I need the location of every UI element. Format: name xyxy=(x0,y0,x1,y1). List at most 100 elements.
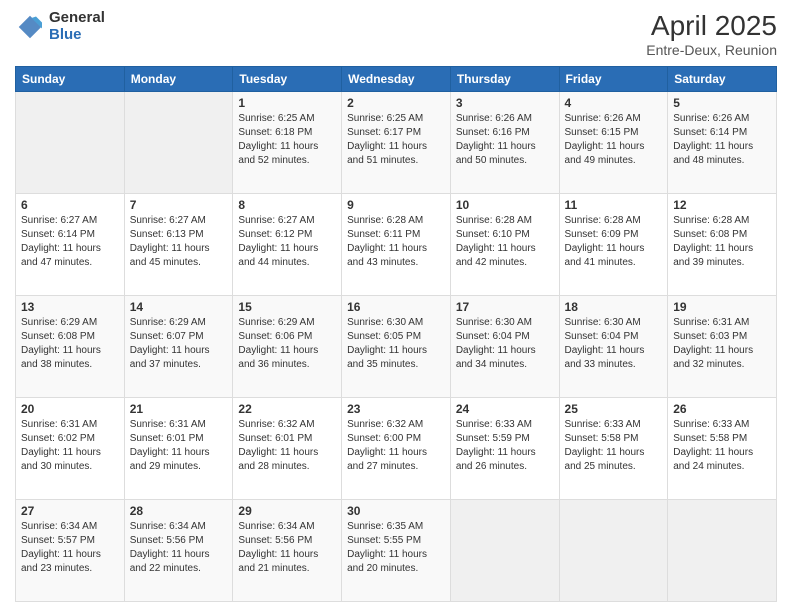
calendar-body: 1Sunrise: 6:25 AM Sunset: 6:18 PM Daylig… xyxy=(16,92,777,602)
day-number: 25 xyxy=(565,402,663,416)
day-number: 10 xyxy=(456,198,554,212)
day-number: 20 xyxy=(21,402,119,416)
day-number: 5 xyxy=(673,96,771,110)
logo-text: General Blue xyxy=(49,10,105,43)
calendar-cell: 27 Sunrise: 6:34 AM Sunset: 5:57 PM Dayli… xyxy=(16,500,125,602)
day-number: 27 xyxy=(21,504,119,518)
calendar-cell: 30 Sunrise: 6:35 AM Sunset: 5:55 PM Dayli… xyxy=(342,500,451,602)
day-info: Sunrise: 6:30 AM Sunset: 6:04 PM Dayligh… xyxy=(456,316,554,372)
calendar-cell: 21 Sunrise: 6:31 AM Sunset: 6:01 PM Dayli… xyxy=(124,398,233,500)
day-number: 29 xyxy=(238,504,336,518)
day-number: 19 xyxy=(673,300,771,314)
calendar-cell: 6Sunrise: 6:27 AM Sunset: 6:14 PM Daylig… xyxy=(16,194,125,296)
calendar-cell xyxy=(124,92,233,194)
day-info: Sunrise: 6:29 AM Sunset: 6:08 PM Dayligh… xyxy=(21,316,119,372)
calendar-cell: 3 Sunrise: 6:26 AM Sunset: 6:16 PM Daylig… xyxy=(450,92,559,194)
day-number: 28 xyxy=(130,504,228,518)
day-number: 30 xyxy=(347,504,445,518)
day-number: 2 xyxy=(347,96,445,110)
calendar-cell: 11Sunrise: 6:28 AM Sunset: 6:09 PM Dayli… xyxy=(559,194,668,296)
calendar-cell: 28 Sunrise: 6:34 AM Sunset: 5:56 PM Dayli… xyxy=(124,500,233,602)
day-info: Sunrise: 6:33 AM Sunset: 5:58 PM Dayligh… xyxy=(673,418,771,474)
col-sunday: Sunday xyxy=(16,67,125,92)
day-info: Sunrise: 6:31 AM Sunset: 6:01 PM Dayligh… xyxy=(130,418,228,474)
calendar-cell: 7Sunrise: 6:27 AM Sunset: 6:13 PM Daylig… xyxy=(124,194,233,296)
day-info: Sunrise: 6:27 AM Sunset: 6:14 PM Dayligh… xyxy=(21,214,119,270)
calendar-header: Sunday Monday Tuesday Wednesday Thursday… xyxy=(16,67,777,92)
calendar-cell: 14 Sunrise: 6:29 AM Sunset: 6:07 PM Dayli… xyxy=(124,296,233,398)
col-friday: Friday xyxy=(559,67,668,92)
day-number: 21 xyxy=(130,402,228,416)
calendar-cell: 25 Sunrise: 6:33 AM Sunset: 5:58 PM Dayli… xyxy=(559,398,668,500)
day-info: Sunrise: 6:31 AM Sunset: 6:03 PM Dayligh… xyxy=(673,316,771,372)
day-number: 18 xyxy=(565,300,663,314)
day-number: 14 xyxy=(130,300,228,314)
calendar-cell: 18Sunrise: 6:30 AM Sunset: 6:04 PM Dayli… xyxy=(559,296,668,398)
col-thursday: Thursday xyxy=(450,67,559,92)
calendar-cell: 9Sunrise: 6:28 AM Sunset: 6:11 PM Daylig… xyxy=(342,194,451,296)
day-info: Sunrise: 6:27 AM Sunset: 6:12 PM Dayligh… xyxy=(238,214,336,270)
day-info: Sunrise: 6:26 AM Sunset: 6:15 PM Dayligh… xyxy=(565,112,663,168)
day-number: 8 xyxy=(238,198,336,212)
day-number: 3 xyxy=(456,96,554,110)
day-info: Sunrise: 6:30 AM Sunset: 6:05 PM Dayligh… xyxy=(347,316,445,372)
logo-general-text: General xyxy=(49,10,105,27)
calendar-cell: 15Sunrise: 6:29 AM Sunset: 6:06 PM Dayli… xyxy=(233,296,342,398)
day-info: Sunrise: 6:26 AM Sunset: 6:14 PM Dayligh… xyxy=(673,112,771,168)
day-number: 7 xyxy=(130,198,228,212)
day-info: Sunrise: 6:33 AM Sunset: 5:59 PM Dayligh… xyxy=(456,418,554,474)
day-info: Sunrise: 6:34 AM Sunset: 5:56 PM Dayligh… xyxy=(238,520,336,576)
calendar-week-3: 20Sunrise: 6:31 AM Sunset: 6:02 PM Dayli… xyxy=(16,398,777,500)
calendar-cell: 13Sunrise: 6:29 AM Sunset: 6:08 PM Dayli… xyxy=(16,296,125,398)
calendar-cell: 16 Sunrise: 6:30 AM Sunset: 6:05 PM Dayli… xyxy=(342,296,451,398)
calendar-cell xyxy=(16,92,125,194)
calendar-cell: 17 Sunrise: 6:30 AM Sunset: 6:04 PM Dayli… xyxy=(450,296,559,398)
col-monday: Monday xyxy=(124,67,233,92)
header-row: Sunday Monday Tuesday Wednesday Thursday… xyxy=(16,67,777,92)
day-number: 17 xyxy=(456,300,554,314)
day-number: 12 xyxy=(673,198,771,212)
day-info: Sunrise: 6:25 AM Sunset: 6:18 PM Dayligh… xyxy=(238,112,336,168)
calendar-cell: 20Sunrise: 6:31 AM Sunset: 6:02 PM Dayli… xyxy=(16,398,125,500)
day-info: Sunrise: 6:33 AM Sunset: 5:58 PM Dayligh… xyxy=(565,418,663,474)
day-info: Sunrise: 6:28 AM Sunset: 6:11 PM Dayligh… xyxy=(347,214,445,270)
calendar-cell: 5 Sunrise: 6:26 AM Sunset: 6:14 PM Daylig… xyxy=(668,92,777,194)
day-number: 11 xyxy=(565,198,663,212)
calendar-cell xyxy=(668,500,777,602)
day-info: Sunrise: 6:28 AM Sunset: 6:08 PM Dayligh… xyxy=(673,214,771,270)
calendar-cell: 29 Sunrise: 6:34 AM Sunset: 5:56 PM Dayli… xyxy=(233,500,342,602)
col-tuesday: Tuesday xyxy=(233,67,342,92)
col-saturday: Saturday xyxy=(668,67,777,92)
calendar-week-0: 1Sunrise: 6:25 AM Sunset: 6:18 PM Daylig… xyxy=(16,92,777,194)
calendar-week-4: 27 Sunrise: 6:34 AM Sunset: 5:57 PM Dayli… xyxy=(16,500,777,602)
calendar-cell: 24 Sunrise: 6:33 AM Sunset: 5:59 PM Dayli… xyxy=(450,398,559,500)
day-number: 24 xyxy=(456,402,554,416)
day-info: Sunrise: 6:26 AM Sunset: 6:16 PM Dayligh… xyxy=(456,112,554,168)
day-info: Sunrise: 6:34 AM Sunset: 5:57 PM Dayligh… xyxy=(21,520,119,576)
calendar-cell: 19 Sunrise: 6:31 AM Sunset: 6:03 PM Dayli… xyxy=(668,296,777,398)
col-wednesday: Wednesday xyxy=(342,67,451,92)
page: General Blue April 2025 Entre-Deux, Reun… xyxy=(0,0,792,612)
calendar-cell: 12 Sunrise: 6:28 AM Sunset: 6:08 PM Dayli… xyxy=(668,194,777,296)
day-info: Sunrise: 6:35 AM Sunset: 5:55 PM Dayligh… xyxy=(347,520,445,576)
day-info: Sunrise: 6:32 AM Sunset: 6:01 PM Dayligh… xyxy=(238,418,336,474)
logo: General Blue xyxy=(15,10,105,43)
calendar-cell: 2Sunrise: 6:25 AM Sunset: 6:17 PM Daylig… xyxy=(342,92,451,194)
calendar-cell xyxy=(450,500,559,602)
day-number: 22 xyxy=(238,402,336,416)
day-info: Sunrise: 6:34 AM Sunset: 5:56 PM Dayligh… xyxy=(130,520,228,576)
day-info: Sunrise: 6:32 AM Sunset: 6:00 PM Dayligh… xyxy=(347,418,445,474)
day-info: Sunrise: 6:29 AM Sunset: 6:07 PM Dayligh… xyxy=(130,316,228,372)
day-number: 15 xyxy=(238,300,336,314)
calendar-week-2: 13Sunrise: 6:29 AM Sunset: 6:08 PM Dayli… xyxy=(16,296,777,398)
calendar-cell: 22 Sunrise: 6:32 AM Sunset: 6:01 PM Dayli… xyxy=(233,398,342,500)
day-info: Sunrise: 6:28 AM Sunset: 6:10 PM Dayligh… xyxy=(456,214,554,270)
day-number: 16 xyxy=(347,300,445,314)
title-block: April 2025 Entre-Deux, Reunion xyxy=(646,10,777,58)
calendar-week-1: 6Sunrise: 6:27 AM Sunset: 6:14 PM Daylig… xyxy=(16,194,777,296)
calendar-cell: 10 Sunrise: 6:28 AM Sunset: 6:10 PM Dayli… xyxy=(450,194,559,296)
calendar-cell: 23Sunrise: 6:32 AM Sunset: 6:00 PM Dayli… xyxy=(342,398,451,500)
day-number: 4 xyxy=(565,96,663,110)
calendar-cell: 1Sunrise: 6:25 AM Sunset: 6:18 PM Daylig… xyxy=(233,92,342,194)
calendar-cell: 26Sunrise: 6:33 AM Sunset: 5:58 PM Dayli… xyxy=(668,398,777,500)
